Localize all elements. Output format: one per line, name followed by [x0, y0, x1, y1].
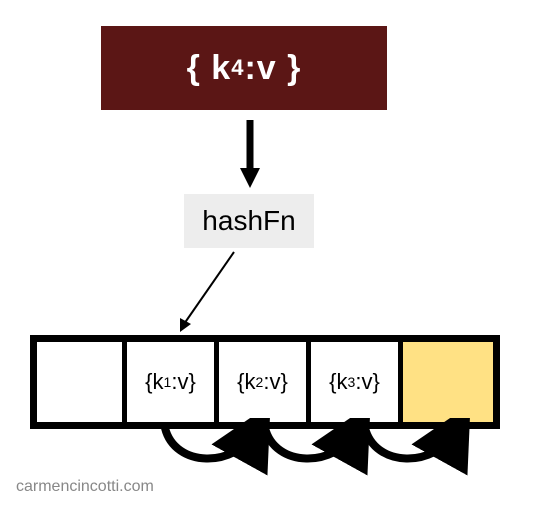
cell-open: {	[329, 369, 336, 395]
probe-arrows	[115, 418, 475, 478]
cell-open: {	[237, 369, 244, 395]
cell-close: }	[280, 369, 287, 395]
cell-v: v	[177, 369, 188, 395]
cell-k: k	[337, 369, 348, 395]
array-cell-0	[37, 342, 127, 422]
hashfn-box: hashFn	[184, 194, 314, 248]
cell-open: {	[145, 369, 152, 395]
brace-open: {	[187, 49, 201, 88]
hashfn-label: hashFn	[202, 205, 295, 237]
attribution-text: carmencincotti.com	[16, 478, 154, 496]
arrow-input-to-hashfn	[238, 120, 262, 190]
diagram-canvas: { k4: v } hashFn {k1:v} {k2:v} {k3:v}	[0, 0, 542, 512]
cell-sub: 1	[164, 374, 172, 390]
kv-separator: :	[244, 49, 256, 88]
cell-close: }	[372, 369, 379, 395]
input-kv-box: { k4: v }	[101, 26, 387, 110]
key-prefix: k	[211, 49, 231, 88]
brace-close: }	[287, 49, 301, 88]
arrow-hashfn-to-array	[174, 248, 254, 338]
hash-array: {k1:v} {k2:v} {k3:v}	[30, 335, 500, 429]
array-cell-2: {k2:v}	[219, 342, 311, 422]
array-cell-4-highlighted	[403, 342, 493, 422]
cell-sub: 2	[256, 374, 264, 390]
cell-v: v	[269, 369, 280, 395]
array-cell-3: {k3:v}	[311, 342, 403, 422]
cell-sub: 3	[348, 374, 356, 390]
array-cell-1: {k1:v}	[127, 342, 219, 422]
kv-value: v	[257, 49, 277, 88]
cell-v: v	[361, 369, 372, 395]
cell-k: k	[153, 369, 164, 395]
key-subscript: 4	[231, 55, 244, 81]
cell-k: k	[245, 369, 256, 395]
cell-close: }	[188, 369, 195, 395]
